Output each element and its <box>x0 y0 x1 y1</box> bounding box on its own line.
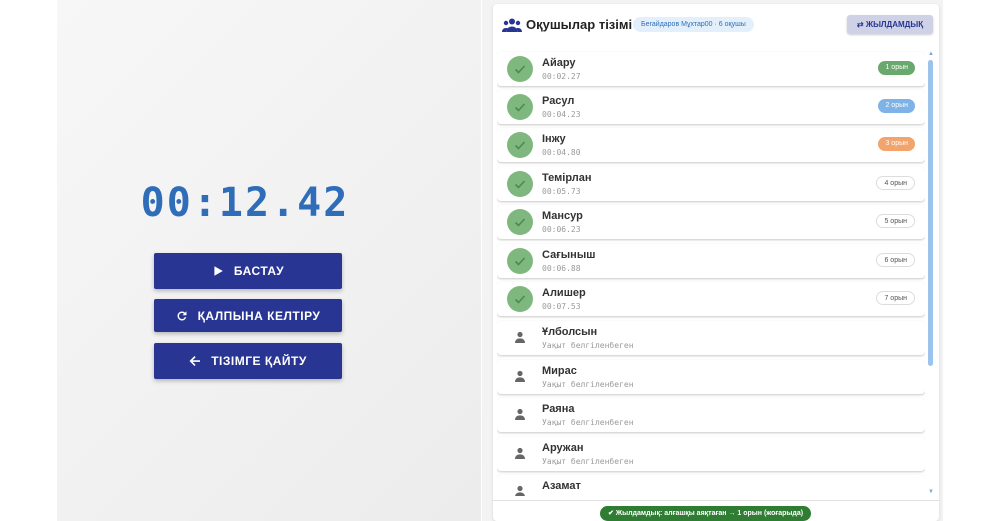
student-row[interactable]: Темірлан 00:05.73 4 орын <box>497 167 925 201</box>
student-name: Айару <box>542 57 576 69</box>
student-time: 00:04.23 <box>542 110 581 119</box>
students-panel: Оқушылар тізімі Бегайдаров Мұхтар00 · 6 … <box>493 4 939 521</box>
student-row[interactable]: Ұлболсын Уақыт белгіленбеген <box>497 321 925 355</box>
panel-title: Оқушылар тізімі <box>526 17 633 32</box>
student-time: 00:04.80 <box>542 148 581 157</box>
student-name: Раяна <box>542 403 575 415</box>
student-name: Сағыныш <box>542 249 596 261</box>
reset-button[interactable]: ҚАЛПЫНА КЕЛТІРУ <box>154 299 342 332</box>
rank-badge: 3 орын <box>878 137 915 151</box>
student-name: Азамат <box>542 480 581 492</box>
student-time: Уақыт белгіленбеген <box>542 457 634 466</box>
play-icon <box>214 266 223 276</box>
student-name: Темірлан <box>542 172 592 184</box>
scroll-thumb[interactable] <box>928 60 933 366</box>
student-row[interactable]: Раяна Уақыт белгіленбеген <box>497 398 925 432</box>
panel-header: Оқушылар тізімі Бегайдаров Мұхтар00 · 6 … <box>493 4 939 46</box>
student-name: Ұлболсын <box>542 326 598 338</box>
sort-speed-button[interactable]: ⇄ ЖЫЛДАМДЫҚ <box>847 15 933 34</box>
rank-badge: 6 орын <box>876 253 915 267</box>
arrow-left-icon <box>189 356 201 366</box>
person-icon <box>515 331 525 343</box>
student-row[interactable]: Азамат <box>497 475 925 496</box>
rank-badge: 1 орын <box>878 61 915 75</box>
student-time: 00:02.27 <box>542 72 581 81</box>
check-icon <box>507 209 533 235</box>
student-name: Мирас <box>542 365 577 377</box>
student-name: Інжу <box>542 133 566 145</box>
student-time: Уақыт белгіленбеген <box>542 418 634 427</box>
rank-badge: 7 орын <box>876 291 915 305</box>
person-icon <box>515 447 525 459</box>
student-time: Уақыт белгіленбеген <box>542 341 634 350</box>
check-icon <box>507 286 533 312</box>
refresh-icon <box>177 310 187 320</box>
student-name: Аружан <box>542 442 584 454</box>
scroll-down-icon[interactable]: ▼ <box>927 488 935 496</box>
students-pane: Оқушылар тізімі Бегайдаров Мұхтар00 · 6 … <box>482 0 943 521</box>
person-icon <box>515 408 525 420</box>
student-time: Уақыт белгіленбеген <box>542 380 634 389</box>
student-row[interactable]: Расул 00:04.23 2 орын <box>497 90 925 124</box>
check-icon <box>507 56 533 82</box>
group-icon <box>502 18 522 32</box>
start-label: БАСТАУ <box>233 264 285 278</box>
student-row[interactable]: Інжу 00:04.80 3 орын <box>497 128 925 162</box>
student-time: 00:07.53 <box>542 302 581 311</box>
person-icon <box>515 485 525 496</box>
sort-hint-badge: ✔ Жылдамдық: алғашқы аяқтаған → 1 орын (… <box>600 506 812 521</box>
student-row[interactable]: Айару 00:02.27 1 орын <box>497 52 925 86</box>
student-row[interactable]: Аружан Уақыт белгіленбеген <box>497 437 925 471</box>
student-time: 00:06.88 <box>542 264 581 273</box>
student-list[interactable]: Айару 00:02.27 1 орын Расул 00:04.23 2 орын Ін… <box>497 50 925 496</box>
timer-display: 00:12.42 <box>140 180 350 226</box>
check-icon <box>507 171 533 197</box>
student-name: Расул <box>542 95 575 107</box>
class-badge: Бегайдаров Мұхтар00 · 6 оқушы <box>633 17 754 32</box>
start-button[interactable]: БАСТАУ <box>154 253 342 289</box>
rank-badge: 4 орын <box>876 176 915 190</box>
student-time: 00:06.23 <box>542 225 581 234</box>
scroll-up-icon[interactable]: ▲ <box>927 50 935 58</box>
rank-badge: 2 орын <box>878 99 915 113</box>
check-icon <box>507 132 533 158</box>
check-icon <box>507 94 533 120</box>
check-icon <box>507 248 533 274</box>
rank-badge: 5 орын <box>876 214 915 228</box>
stopwatch-area: 00:12.42 БАСТАУ ҚАЛПЫНА КЕЛТІРУ ТІЗІМГЕ … <box>57 0 481 521</box>
student-name: Алишер <box>542 287 586 299</box>
student-row[interactable]: Сағыныш 00:06.88 6 орын <box>497 244 925 278</box>
reset-label: ҚАЛПЫНА КЕЛТІРУ <box>197 308 321 323</box>
back-to-list-button[interactable]: ТІЗІМГЕ ҚАЙТУ <box>154 343 342 379</box>
student-row[interactable]: Мирас Уақыт белгіленбеген <box>497 360 925 394</box>
footer-divider <box>493 500 939 501</box>
back-label: ТІЗІМГЕ ҚАЙТУ <box>211 354 307 368</box>
scrollbar[interactable]: ▲ ▼ <box>927 50 935 496</box>
student-time: 00:05.73 <box>542 187 581 196</box>
student-row[interactable]: Алишер 00:07.53 7 орын <box>497 282 925 316</box>
student-row[interactable]: Мансур 00:06.23 5 орын <box>497 205 925 239</box>
person-icon <box>515 370 525 382</box>
student-name: Мансур <box>542 210 583 222</box>
